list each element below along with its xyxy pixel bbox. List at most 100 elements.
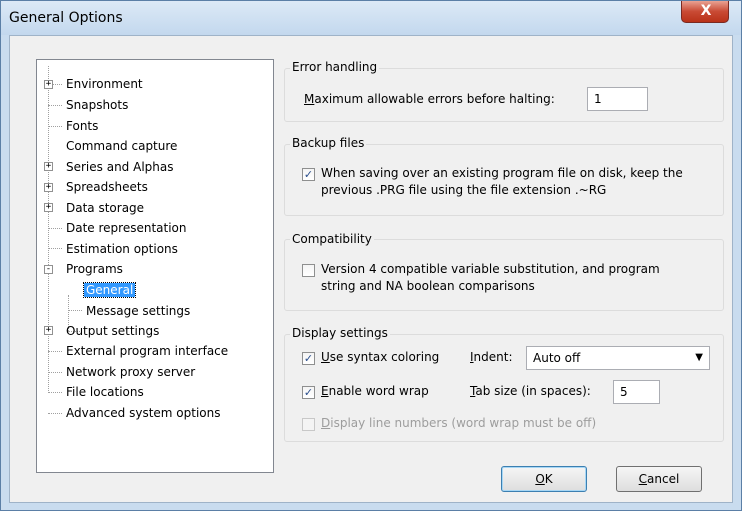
accel-key: M xyxy=(304,92,315,106)
compat-checkbox[interactable] xyxy=(302,264,315,277)
tree-branch xyxy=(48,228,62,229)
tree-item-environment[interactable]: Environment xyxy=(64,75,145,93)
accel-key: C xyxy=(638,472,648,486)
check-icon: ✓ xyxy=(303,352,314,365)
tree-item-message-settings[interactable]: Message settings xyxy=(84,302,192,320)
tree-item-label: Advanced system options xyxy=(66,406,221,420)
indent-select-value: Auto off xyxy=(533,351,581,365)
tree-branch xyxy=(48,126,62,127)
tree-item-spreadsheets[interactable]: Spreadsheets xyxy=(64,178,150,196)
button-label: ancel xyxy=(647,472,680,486)
label-text: ab size (in spaces): xyxy=(475,384,591,398)
expand-icon[interactable]: + xyxy=(44,183,53,192)
tab-size-input[interactable]: 5 xyxy=(613,380,660,404)
tree-item-general[interactable]: General xyxy=(82,281,137,299)
backup-text-line2: previous .PRG file using the file extens… xyxy=(321,183,607,197)
tree-root-line xyxy=(48,66,49,393)
line-numbers-label[interactable]: Display line numbers (word wrap must be … xyxy=(321,416,596,430)
tree-branch xyxy=(48,392,62,393)
label-text: isplay line numbers (word wrap must be o… xyxy=(330,416,597,430)
check-icon: ✓ xyxy=(303,168,314,181)
title-bar[interactable]: General Options X xyxy=(1,1,741,35)
dialog-client-area: + Environment Snapshots Fonts Command ca… xyxy=(9,35,733,503)
expand-icon[interactable]: + xyxy=(44,162,53,171)
close-button[interactable]: X xyxy=(681,1,729,23)
tree-branch xyxy=(48,372,62,373)
syntax-coloring-label[interactable]: Use syntax coloring xyxy=(321,350,439,364)
accel-key: U xyxy=(321,350,330,364)
dropdown-arrow-icon[interactable]: ▼ xyxy=(695,347,703,369)
tree-item-external-program-interface[interactable]: External program interface xyxy=(64,342,230,360)
backup-files-group xyxy=(284,144,724,216)
close-icon: X xyxy=(700,3,712,19)
tree-item-command-capture[interactable]: Command capture xyxy=(64,137,179,155)
accel-key: O xyxy=(535,472,545,486)
label-text: aximum allowable errors before halting: xyxy=(314,92,555,106)
window-title: General Options xyxy=(9,10,123,26)
check-icon: ✓ xyxy=(303,386,314,399)
tree-item-label: General xyxy=(82,282,137,298)
word-wrap-label[interactable]: Enable word wrap xyxy=(321,384,429,398)
tree-item-data-storage[interactable]: Data storage xyxy=(64,199,146,217)
accel-key: E xyxy=(321,384,329,398)
accel-key: D xyxy=(321,416,331,430)
tree-item-label: Environment xyxy=(66,77,143,91)
tree-item-date-representation[interactable]: Date representation xyxy=(64,219,189,237)
tree-item-label: Snapshots xyxy=(66,98,129,112)
tree-item-fonts[interactable]: Fonts xyxy=(64,117,100,135)
tree-item-label: Output settings xyxy=(66,324,160,338)
dialog-window: General Options X + Environment Snapshot… xyxy=(0,0,742,511)
label-text: ndent: xyxy=(473,350,513,364)
collapse-icon[interactable]: - xyxy=(44,265,53,274)
tree-item-label: Estimation options xyxy=(66,242,178,256)
tree-item-series-and-alphas[interactable]: Series and Alphas xyxy=(64,158,175,176)
tree-branch xyxy=(48,105,62,106)
tree-item-label: Fonts xyxy=(66,119,99,133)
tree-item-label: Date representation xyxy=(66,221,187,235)
line-numbers-checkbox[interactable] xyxy=(302,418,315,431)
expand-icon[interactable]: + xyxy=(44,203,53,212)
display-settings-title: Display settings xyxy=(290,326,390,340)
max-errors-label: Maximum allowable errors before halting: xyxy=(304,92,555,106)
tree-branch xyxy=(68,310,82,311)
compatibility-title: Compatibility xyxy=(290,232,374,246)
max-errors-input[interactable]: 1 xyxy=(587,87,648,111)
ok-button[interactable]: OK xyxy=(501,466,587,492)
tree-item-label: Data storage xyxy=(66,201,145,215)
tree-item-label: File locations xyxy=(66,385,144,399)
label-text: nable word wrap xyxy=(328,384,429,398)
expand-icon[interactable]: + xyxy=(44,80,53,89)
backup-files-title: Backup files xyxy=(290,136,367,150)
tree-item-label: Command capture xyxy=(66,139,178,153)
tree-item-label: Network proxy server xyxy=(66,365,196,379)
syntax-coloring-checkbox[interactable]: ✓ xyxy=(302,352,315,365)
tree-item-file-locations[interactable]: File locations xyxy=(64,383,146,401)
options-tree[interactable]: + Environment Snapshots Fonts Command ca… xyxy=(36,59,274,473)
compat-text-line2: string and NA boolean comparisons xyxy=(321,279,535,293)
cancel-button[interactable]: Cancel xyxy=(616,466,702,492)
tab-size-label: Tab size (in spaces): xyxy=(470,384,591,398)
tree-item-label: Spreadsheets xyxy=(66,180,148,194)
tree-item-advanced-system-options[interactable]: Advanced system options xyxy=(64,404,222,422)
tree-item-programs[interactable]: Programs xyxy=(64,260,125,278)
error-handling-title: Error handling xyxy=(290,60,380,74)
tree-item-label: Message settings xyxy=(86,304,191,318)
tree-item-label: External program interface xyxy=(66,344,229,358)
tree-branch xyxy=(48,413,62,414)
tree-item-network-proxy-server[interactable]: Network proxy server xyxy=(64,363,197,381)
label-text: se syntax coloring xyxy=(329,350,440,364)
compat-text-line1: Version 4 compatible variable substituti… xyxy=(321,262,660,276)
tree-branch xyxy=(48,248,62,249)
backup-text-line1: When saving over an existing program fil… xyxy=(321,166,683,180)
word-wrap-checkbox[interactable]: ✓ xyxy=(302,386,315,399)
tree-branch xyxy=(48,351,62,352)
indent-select[interactable]: Auto off ▼ xyxy=(526,346,710,370)
button-label: K xyxy=(544,472,553,486)
tree-item-output-settings[interactable]: Output settings xyxy=(64,322,161,340)
tree-item-snapshots[interactable]: Snapshots xyxy=(64,96,130,114)
tree-item-label: Series and Alphas xyxy=(66,160,174,174)
tree-item-label: Programs xyxy=(66,262,123,276)
tree-item-estimation-options[interactable]: Estimation options xyxy=(64,240,180,258)
expand-icon[interactable]: + xyxy=(44,326,53,335)
backup-checkbox[interactable]: ✓ xyxy=(302,168,315,181)
